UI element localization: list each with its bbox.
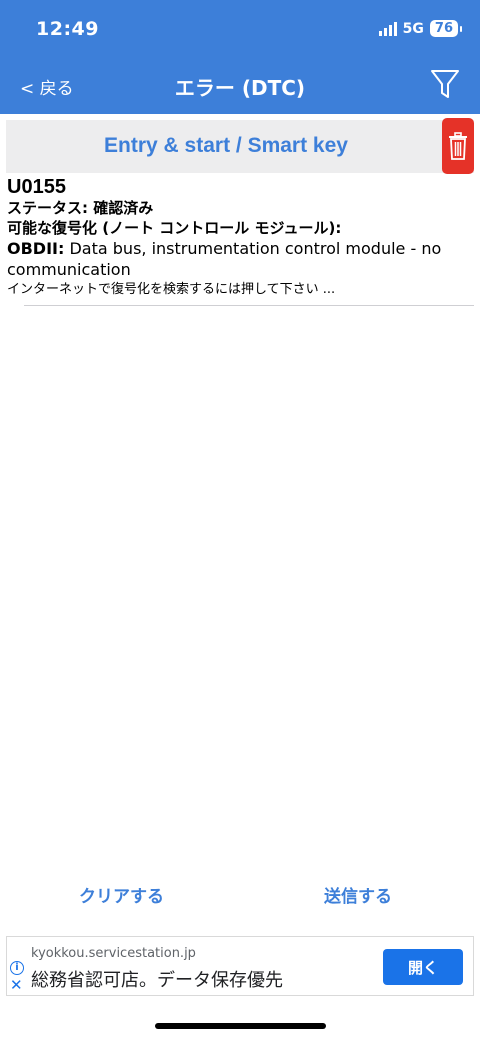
list-divider — [24, 305, 474, 306]
clear-button[interactable]: クリアする — [79, 882, 164, 907]
obd-prefix: OBDII: — [7, 239, 65, 258]
ad-banner[interactable]: i ✕ kyokkou.servicestation.jp 総務省認可店。データ… — [6, 936, 474, 996]
home-indicator[interactable] — [155, 1023, 326, 1029]
module-header: Entry & start / Smart key — [6, 118, 474, 174]
page-title: エラー (DTC) — [174, 76, 306, 100]
dtc-entry[interactable]: U0155 ステータス: 確認済み 可能な復号化 (ノート コントロール モジュ… — [7, 176, 473, 300]
network-type: 5G — [402, 20, 424, 37]
send-button[interactable]: 送信する — [324, 882, 392, 907]
signal-icon — [378, 21, 397, 36]
close-icon[interactable]: ✕ — [10, 978, 23, 993]
battery-icon: 76 — [429, 20, 463, 37]
ad-text: 総務省認可店。データ保存優先 — [31, 970, 283, 991]
info-icon[interactable]: i — [10, 961, 24, 975]
ad-domain: kyokkou.servicestation.jp — [31, 946, 196, 961]
dtc-possible-label: 可能な復号化 (ノート コントロール モジュール): — [7, 219, 342, 237]
dtc-description: OBDII: Data bus, instrumentation control… — [7, 238, 473, 280]
status-indicators: 5G 76 — [378, 20, 463, 37]
filter-icon[interactable] — [430, 68, 460, 100]
dtc-code: U0155 — [7, 176, 66, 198]
trash-icon[interactable] — [442, 118, 474, 174]
dtc-search-hint[interactable]: インターネットで復号化を検索するには押して下さい ... — [7, 280, 473, 300]
app-header: 12:49 5G 76 < 戻る エラー (DTC) — [0, 0, 480, 114]
status-time: 12:49 — [36, 18, 99, 40]
dtc-status: ステータス: 確認済み — [7, 199, 154, 217]
ad-open-button[interactable]: 開く — [383, 949, 463, 985]
obd-text: Data bus, instrumentation control module… — [7, 239, 442, 279]
module-title: Entry & start / Smart key — [104, 134, 348, 157]
